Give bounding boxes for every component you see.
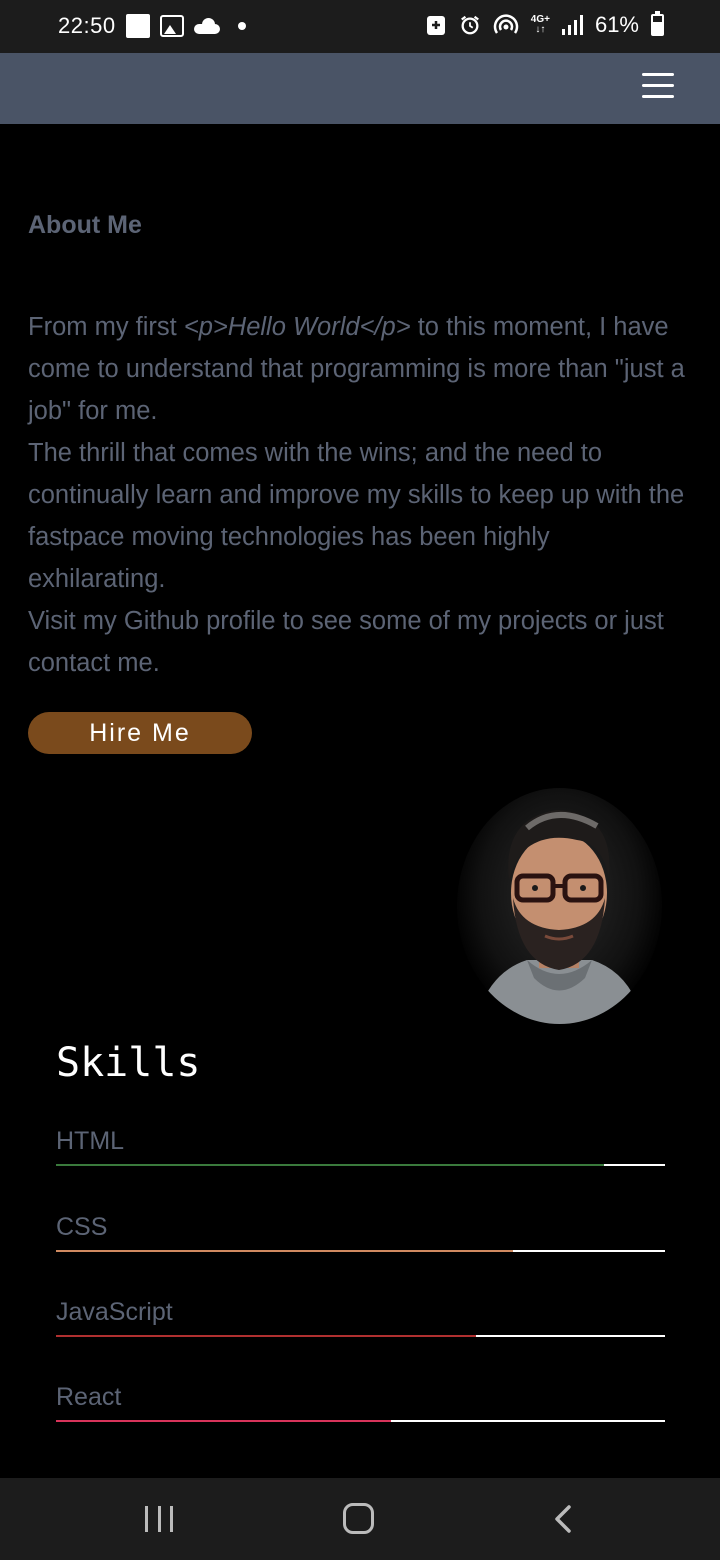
skill-javascript: JavaScript <box>56 1295 665 1337</box>
alarm-icon <box>460 15 479 35</box>
hamburger-menu-icon[interactable] <box>642 73 674 103</box>
about-paragraph-1: From my first <p>Hello World</p> to this… <box>28 313 685 425</box>
skill-progress-fill <box>56 1250 513 1252</box>
about-title: About Me <box>28 211 142 239</box>
about-paragraph-3: Visit my Github profile to see some of m… <box>28 607 664 677</box>
skill-css: CSS <box>56 1210 665 1252</box>
notification-icons <box>126 14 246 38</box>
status-time: 22:50 <box>58 13 116 38</box>
cloud-icon <box>194 18 220 34</box>
data-arrows-icon: ↓↑ <box>535 24 546 35</box>
skill-progress-fill <box>56 1420 391 1422</box>
battery-saver-icon <box>426 16 445 35</box>
skill-label: CSS <box>56 1213 108 1241</box>
about-description: From my first <p>Hello World</p> to this… <box>28 306 693 684</box>
skill-progress-track <box>56 1164 665 1166</box>
profile-photo <box>457 788 662 1024</box>
skill-label: HTML <box>56 1127 125 1155</box>
skill-progress-fill <box>56 1335 477 1337</box>
system-navigation-bar <box>0 1478 720 1560</box>
more-notifications-dot-icon <box>238 22 246 30</box>
hotspot-icon <box>493 14 518 34</box>
network-type: 4G+ ↓↑ <box>530 14 550 35</box>
status-bar: 22:50 4G+ ↓↑ 61% <box>0 0 720 53</box>
skill-label: React <box>56 1383 122 1411</box>
home-icon[interactable] <box>343 1503 374 1534</box>
recent-apps-icon[interactable] <box>145 1506 173 1532</box>
hire-me-button[interactable]: Hire Me <box>28 712 252 754</box>
skill-react: React <box>56 1380 665 1422</box>
notification-square-icon <box>126 14 150 38</box>
skill-progress-track <box>56 1420 665 1422</box>
skills-title: Skills <box>56 1040 201 1086</box>
about-paragraph-2: The thrill that comes with the wins; and… <box>28 439 685 593</box>
app-header <box>0 53 720 124</box>
code-snippet: <p>Hello World</p> <box>183 313 411 341</box>
battery-icon <box>651 11 664 36</box>
back-icon[interactable] <box>553 1505 573 1533</box>
system-icons: 4G+ ↓↑ 61% <box>425 11 664 38</box>
skill-html: HTML <box>56 1124 665 1166</box>
signal-icon <box>561 15 583 35</box>
profile-portrait-image <box>475 810 644 1024</box>
skill-progress-track <box>56 1335 665 1337</box>
gallery-icon <box>160 15 184 37</box>
skill-progress-track <box>56 1250 665 1252</box>
skill-progress-fill <box>56 1164 605 1166</box>
skill-label: JavaScript <box>56 1298 173 1326</box>
battery-percent: 61% <box>594 12 639 37</box>
